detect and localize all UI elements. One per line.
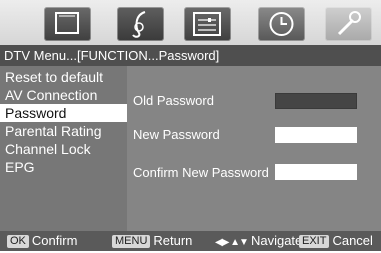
arrow-keys-icon: ◀▶ ▲▼	[215, 237, 249, 248]
password-panel: Old Password New Password Confirm New Pa…	[127, 66, 381, 231]
cancel-hint-label: Cancel	[332, 233, 373, 248]
menu-item-password[interactable]: Password	[0, 104, 127, 122]
music-note-icon[interactable]	[117, 7, 164, 41]
old-password-label: Old Password	[133, 93, 214, 108]
menu-item-epg[interactable]: EPG	[0, 158, 127, 176]
confirm-password-field[interactable]	[275, 164, 357, 180]
confirm-hint-label: Confirm	[31, 233, 78, 248]
tv-icon[interactable]	[44, 7, 91, 41]
menu-item-channel-lock[interactable]: Channel Lock	[0, 140, 127, 158]
navigate-hint-label: Navigate	[250, 233, 303, 248]
function-menu: Reset to default AV Connection Password …	[0, 66, 127, 231]
ok-key: OK	[7, 235, 29, 248]
new-password-label: New Password	[133, 127, 220, 142]
breadcrumb: DTV Menu...[FUNCTION...Password]	[0, 45, 381, 66]
confirm-password-label: Confirm New Password	[133, 165, 269, 180]
navigate-hint: ◀▶ ▲▼ Navigate	[215, 231, 302, 253]
clock-icon[interactable]	[258, 7, 305, 41]
old-password-field[interactable]	[275, 93, 357, 109]
new-password-field[interactable]	[275, 127, 357, 143]
confirm-hint: OK Confirm	[7, 231, 77, 251]
return-hint-label: Return	[153, 233, 193, 248]
return-hint: MENU Return	[112, 231, 192, 251]
menu-key: MENU	[112, 235, 151, 248]
cancel-hint: EXIT Cancel	[299, 231, 373, 251]
key-hint-bar: OK Confirm MENU Return ◀▶ ▲▼ Navigate EXIT C…	[0, 231, 381, 251]
menu-item-reset-to-default[interactable]: Reset to default	[0, 68, 127, 86]
menu-item-parental-rating[interactable]: Parental Rating	[0, 122, 127, 140]
exit-key: EXIT	[299, 235, 330, 248]
menu-item-av-connection[interactable]: AV Connection	[0, 86, 127, 104]
settings-panel-icon[interactable]	[184, 7, 231, 41]
menu-tab-bar	[0, 0, 381, 45]
dtv-menu-screen: DTV Menu...[FUNCTION...Password] Reset t…	[0, 0, 381, 251]
wrench-icon[interactable]	[325, 7, 372, 41]
